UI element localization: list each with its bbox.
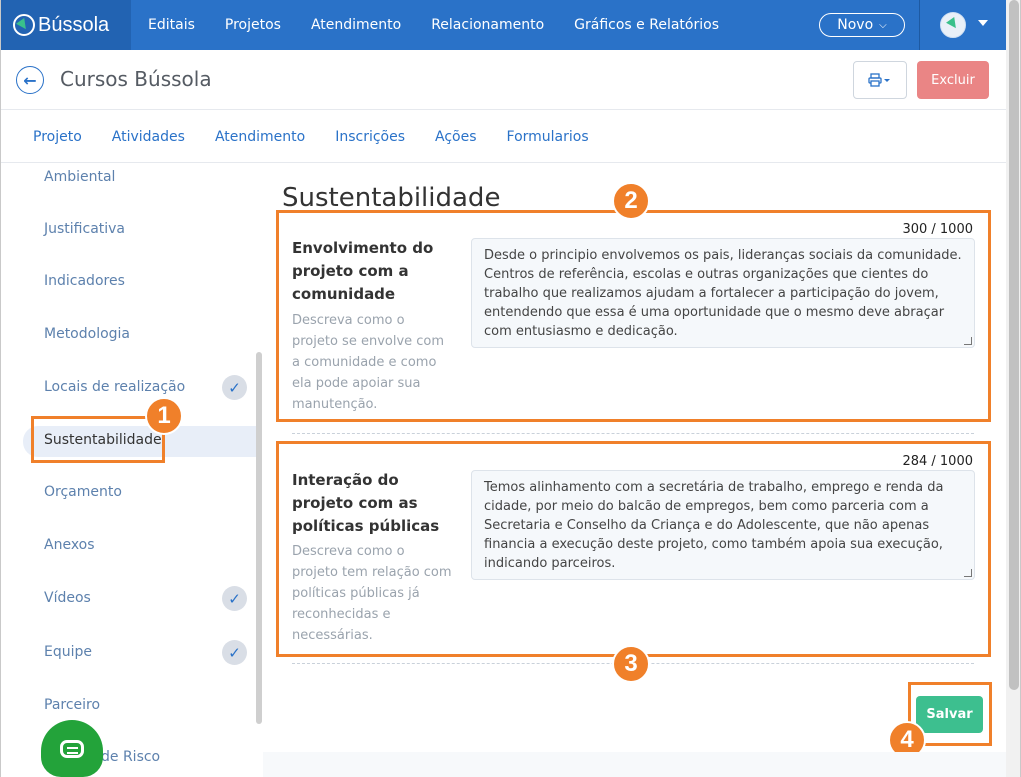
sidebar-item-parceiro[interactable]: Parceiro — [44, 697, 100, 713]
sidebar-item-metodologia[interactable]: Metodologia — [44, 326, 130, 342]
caret-down-icon[interactable] — [978, 20, 988, 26]
page-title: Cursos Bússola — [60, 67, 212, 91]
tab-atendimento[interactable]: Atendimento — [215, 129, 305, 145]
top-navbar: Bússola Editais Projetos Atendimento Rel… — [1, 0, 1006, 50]
sidebar-item-orcamento[interactable]: Orçamento — [44, 484, 122, 500]
nav-relacionamento[interactable]: Relacionamento — [431, 17, 544, 33]
scrollbar-thumb[interactable] — [1009, 0, 1019, 690]
question-title: Interação do projeto com as políticas pú… — [292, 471, 440, 535]
brand-name: Bússola — [38, 13, 110, 36]
footer-strip — [263, 752, 1006, 777]
answer-textarea[interactable]: Temos alinhamento com a secretária de tr… — [471, 470, 975, 580]
answer-text: Desde o principio envolvemos os pais, li… — [484, 248, 962, 339]
nav-projetos[interactable]: Projetos — [225, 17, 281, 33]
sidebar-item-indicadores[interactable]: Indicadores — [44, 273, 125, 289]
print-button[interactable] — [853, 61, 907, 99]
chat-bubble-icon — [60, 739, 84, 758]
sidebar-item-ambiental[interactable]: Ambiental — [44, 169, 115, 185]
user-avatar[interactable] — [940, 12, 966, 38]
sidebar-item-anexos[interactable]: Anexos — [44, 537, 95, 553]
sidebar-item-videos[interactable]: Vídeos — [44, 590, 91, 606]
sidebar-item-locais[interactable]: Locais de realização — [44, 379, 185, 395]
tab-acoes[interactable]: Ações — [435, 129, 477, 145]
tab-projeto[interactable]: Projeto — [33, 129, 82, 145]
save-button[interactable]: Salvar — [916, 696, 983, 733]
char-counter: 284 / 1000 — [902, 454, 973, 469]
char-counter: 300 / 1000 — [902, 222, 973, 237]
question-description: Descreva como o projeto se envolve com a… — [292, 313, 445, 412]
resize-handle-icon[interactable] — [964, 337, 972, 345]
page-scrollbar[interactable] — [1006, 0, 1020, 777]
nav-graficos-relatorios[interactable]: Gráficos e Relatórios — [574, 17, 719, 33]
annotation-badge-3: 3 — [612, 645, 650, 683]
check-icon: ✓ — [222, 586, 247, 611]
resize-handle-icon[interactable] — [964, 569, 972, 577]
tab-atividades[interactable]: Atividades — [112, 129, 185, 145]
brand[interactable]: Bússola — [1, 0, 131, 50]
sidebar-item-risco[interactable]: de Risco — [101, 749, 160, 765]
sidebar: Ambiental Justificativa Indicadores Meto… — [1, 163, 263, 777]
answer-text: Temos alinhamento com a secretária de tr… — [484, 480, 944, 571]
question-title: Envolvimento do projeto com a comunidade — [292, 239, 434, 303]
back-button[interactable]: ← — [16, 66, 44, 94]
delete-button[interactable]: Excluir — [917, 61, 989, 99]
sidebar-item-equipe[interactable]: Equipe — [44, 644, 92, 660]
tab-formularios[interactable]: Formularios — [507, 129, 589, 145]
question-card-community: 300 / 1000 Envolvimento do projeto com a… — [276, 210, 991, 422]
app-window: Bússola Editais Projetos Atendimento Rel… — [0, 0, 1021, 777]
sidebar-scrollbar[interactable] — [256, 352, 262, 724]
top-nav: Editais Projetos Atendimento Relacioname… — [148, 0, 749, 50]
arrow-left-icon: ← — [23, 70, 37, 90]
annotation-badge-1: 1 — [145, 397, 183, 435]
printer-icon — [868, 73, 890, 87]
novo-dropdown-button[interactable]: Novo ⌵ — [819, 13, 905, 37]
sidebar-item-justificativa[interactable]: Justificativa — [44, 221, 125, 237]
annotation-badge-2: 2 — [612, 182, 650, 220]
chevron-down-icon: ⌵ — [879, 19, 887, 31]
section-title: Sustentabilidade — [282, 183, 501, 213]
novo-label: Novo — [837, 17, 874, 33]
question-description: Descreva como o projeto tem relação com … — [292, 544, 452, 643]
annotation-box-sidebar — [31, 416, 165, 463]
page-header: ← Cursos Bússola Excluir — [1, 50, 1006, 110]
tab-inscricoes[interactable]: Inscrições — [335, 129, 405, 145]
check-icon: ✓ — [222, 375, 247, 400]
nav-atendimento[interactable]: Atendimento — [311, 17, 401, 33]
compass-logo-icon — [13, 14, 35, 36]
divider — [919, 0, 920, 50]
answer-textarea[interactable]: Desde o principio envolvemos os pais, li… — [471, 238, 975, 348]
nav-editais[interactable]: Editais — [148, 17, 195, 33]
chat-button[interactable] — [41, 720, 103, 777]
check-icon: ✓ — [222, 640, 247, 665]
project-tabs: Projeto Atividades Atendimento Inscriçõe… — [1, 111, 1006, 163]
divider — [292, 433, 974, 434]
question-card-policies: 284 / 1000 Interação do projeto com as p… — [276, 441, 991, 657]
